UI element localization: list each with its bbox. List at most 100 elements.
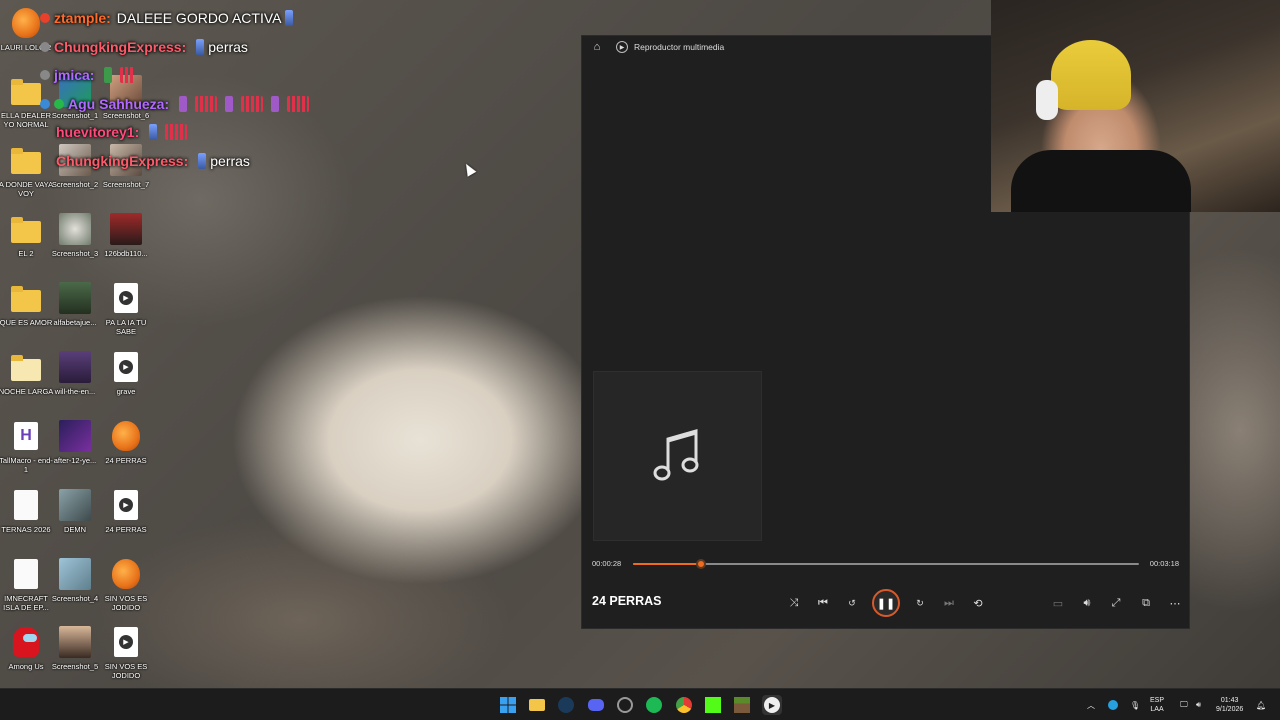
forward-button[interactable]: ↻ [909, 592, 931, 614]
start-button[interactable] [498, 695, 518, 715]
desktop-icon[interactable]: EL 2 [0, 212, 52, 258]
cast-icon: ⧉ [1142, 596, 1150, 609]
rewind-button[interactable]: ↺ [841, 592, 863, 614]
file-icon [9, 557, 43, 591]
desktop-icon[interactable]: Among Us [0, 625, 52, 671]
fullscreen-button[interactable]: ⤢ [1105, 592, 1127, 614]
chat-username: ChungkingExpress: [56, 152, 189, 169]
chat-text: DALEEE GORDO ACTIVA [116, 10, 282, 27]
webcam-person-shirt [1011, 150, 1191, 212]
chat-text: perras [210, 152, 250, 169]
repeat-button[interactable]: ⟲ [967, 592, 989, 614]
media-file-icon: ▶ [109, 281, 143, 315]
webcam-headphones [1036, 80, 1058, 120]
tray-microphone[interactable]: 🎙︎ [1130, 689, 1140, 720]
desktop-icon[interactable]: SIN VOS ES JODIDO [100, 557, 152, 612]
desktop-icon[interactable]: NOCHE LARGA [0, 350, 53, 396]
fullscreen-icon: ⤢ [1111, 596, 1121, 609]
app-h-icon: H [9, 419, 43, 453]
desktop-icon[interactable]: DEMN [49, 488, 101, 534]
next-button[interactable]: ⏭ [938, 592, 960, 614]
language-indicator[interactable]: ESP LAA [1150, 696, 1164, 714]
dancer-emote-icon [149, 124, 158, 141]
desktop-icon[interactable]: 24 PERRAS [100, 419, 152, 465]
taskbar-minecraft[interactable] [732, 695, 752, 715]
repeat-icon: ⟲ [973, 597, 983, 610]
notification-bell-icon: 🔔︎ [1256, 700, 1267, 710]
tray-network[interactable]: 🖵︎ [1180, 689, 1188, 720]
desktop-icon[interactable]: QUE ES AMOR [0, 281, 52, 327]
discord-icon [588, 699, 604, 711]
folder-icon [9, 143, 43, 177]
seek-handle[interactable] [696, 559, 707, 569]
seek-bar[interactable] [633, 559, 1139, 569]
dancer-emote-icon [198, 152, 207, 169]
minecraft-icon [734, 697, 750, 713]
taskbar-media-player[interactable]: ▶ [762, 695, 782, 715]
webcam-overlay [991, 0, 1280, 212]
fl-studio-icon [109, 557, 143, 591]
desktop-icon[interactable]: alfabetajue... [49, 281, 101, 327]
media-file-icon: ▶ [109, 350, 143, 384]
rewind-10-icon: ↺ [848, 597, 856, 608]
pause-button[interactable]: ❚❚ [872, 589, 900, 617]
previous-button[interactable]: ⏮ [812, 592, 834, 614]
image-thumbnail-icon [58, 488, 92, 522]
image-thumbnail-icon [58, 281, 92, 315]
dancer-emote-icon [285, 10, 294, 27]
desktop-icon[interactable]: ▶ grave [100, 350, 152, 396]
desktop-icon[interactable]: after-12-ye... [49, 419, 101, 465]
taskbar-chrome[interactable] [674, 695, 694, 715]
shuffle-button[interactable]: ⤨ [783, 592, 805, 614]
desktop-icon[interactable]: H TallMacro - end-1 [0, 419, 53, 474]
desktop-icon[interactable]: ▶ 24 PERRAS [100, 488, 152, 534]
tray-overflow-button[interactable]: ︿ [1087, 689, 1095, 720]
taskbar-app[interactable] [615, 695, 635, 715]
home-icon[interactable]: ⌂ [590, 40, 604, 54]
miniplayer-icon: ▭ [1052, 597, 1064, 610]
desktop-icon[interactable]: ▶ SIN VOS ES JODIDO [100, 625, 152, 680]
chrome-icon [676, 697, 692, 713]
dancer-emote-icon [196, 38, 205, 55]
desktop-icon[interactable]: 126bdb110... [100, 212, 152, 258]
desktop-icon[interactable]: IMNECRAFT ISLA DE EP... [0, 557, 52, 612]
fl-studio-icon [109, 419, 143, 453]
badge-icon [40, 41, 50, 52]
more-icon: ⋯ [1169, 597, 1181, 610]
media-file-icon: ▶ [109, 488, 143, 522]
song-title: 24 PERRAS [592, 594, 662, 608]
music-note-icon [653, 429, 698, 481]
desktop-icon[interactable]: will-the-en... [49, 350, 101, 396]
tray-security[interactable] [1108, 689, 1118, 720]
desktop-icon[interactable]: Screenshot_3 [49, 212, 101, 258]
elapsed-time: 00:00:28 [592, 559, 622, 568]
desktop-icon[interactable]: ▶ PA LA IA TU SABE [100, 281, 152, 336]
clock-date: 9/1/2026 [1216, 706, 1244, 713]
equalizer-emote-icon [287, 95, 310, 112]
taskbar-discord[interactable] [586, 695, 606, 715]
next-icon: ⏭ [944, 596, 954, 609]
desktop-icon[interactable]: Screenshot_4 [49, 557, 101, 603]
kick-icon [705, 697, 721, 713]
notifications-button[interactable]: 🔔︎ [1256, 689, 1266, 720]
volume-icon: 🔊︎ [1083, 596, 1091, 609]
forward-30-icon: ↻ [916, 597, 924, 608]
miniplayer-button[interactable]: ▭ [1047, 592, 1069, 614]
taskbar-kick[interactable] [703, 695, 723, 715]
taskbar-file-explorer[interactable] [527, 695, 547, 715]
taskbar-steam[interactable] [556, 695, 576, 715]
file-explorer-icon [529, 699, 545, 711]
taskbar-spotify[interactable] [644, 695, 664, 715]
desktop-icon[interactable]: TERNAS 2026 [0, 488, 52, 534]
media-player-app-icon: ▶ [616, 41, 628, 53]
image-thumbnail-icon [58, 419, 92, 453]
chat-username: jmica: [54, 67, 95, 84]
windows-start-icon [500, 697, 516, 713]
more-button[interactable]: ⋯ [1164, 592, 1186, 614]
volume-button[interactable]: 🔊︎ [1076, 592, 1098, 614]
cast-button[interactable]: ⧉ [1135, 592, 1157, 614]
tray-volume[interactable]: 🔊︎ [1196, 689, 1201, 720]
chat-username: huevitorey1: [56, 124, 140, 141]
clock[interactable]: 01:43 9/1/2026 [1216, 696, 1243, 714]
desktop-icon[interactable]: Screenshot_5 [49, 625, 101, 671]
